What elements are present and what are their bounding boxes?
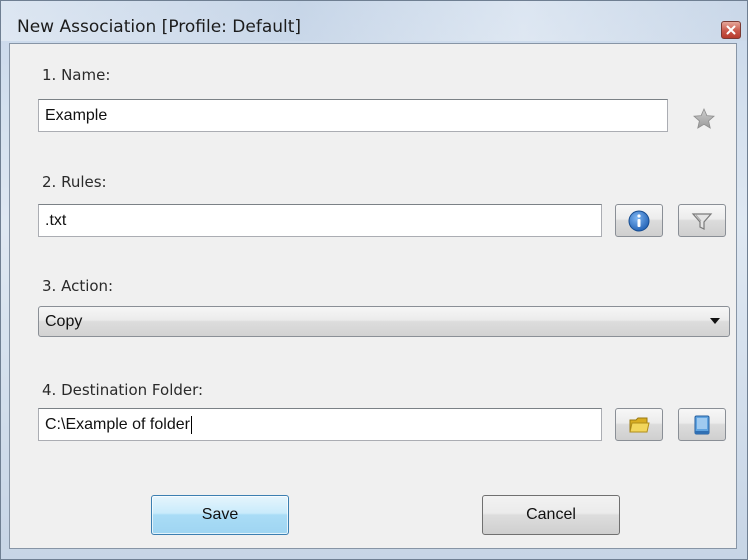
- destination-label: 4. Destination Folder:: [42, 381, 204, 399]
- filter-icon: [691, 212, 713, 230]
- rules-info-button[interactable]: [615, 204, 663, 237]
- dialog-content: 1. Name: 2. Rules:: [9, 43, 737, 549]
- info-icon: [628, 210, 650, 231]
- save-button[interactable]: Save: [151, 495, 289, 535]
- close-icon: [726, 25, 736, 35]
- destination-input[interactable]: C:\Example of folder: [38, 408, 602, 441]
- favorite-star-button[interactable]: [692, 107, 716, 135]
- rules-input[interactable]: [38, 204, 602, 237]
- action-label: 3. Action:: [42, 277, 114, 295]
- text-caret: [190, 415, 192, 434]
- close-button[interactable]: [721, 21, 741, 39]
- star-icon: [693, 108, 715, 129]
- action-select[interactable]: Copy: [38, 306, 730, 337]
- rules-filter-button[interactable]: [678, 204, 726, 237]
- chevron-down-icon: [710, 318, 720, 324]
- cancel-button[interactable]: Cancel: [482, 495, 620, 535]
- window-title: New Association [Profile: Default]: [17, 17, 302, 37]
- rules-label: 2. Rules:: [42, 173, 107, 191]
- name-label: 1. Name:: [42, 66, 111, 84]
- destination-input-text: C:\Example of folder: [45, 415, 190, 433]
- title-bar[interactable]: New Association [Profile: Default]: [1, 1, 747, 41]
- dialog-window: New Association [Profile: Default] 1. Na…: [0, 0, 748, 560]
- book-icon: [694, 415, 710, 434]
- action-selected-value: Copy: [45, 313, 83, 330]
- open-folder-button[interactable]: [678, 408, 726, 441]
- folder-icon: [629, 417, 650, 432]
- browse-folder-button[interactable]: [615, 408, 663, 441]
- name-input[interactable]: [38, 99, 668, 132]
